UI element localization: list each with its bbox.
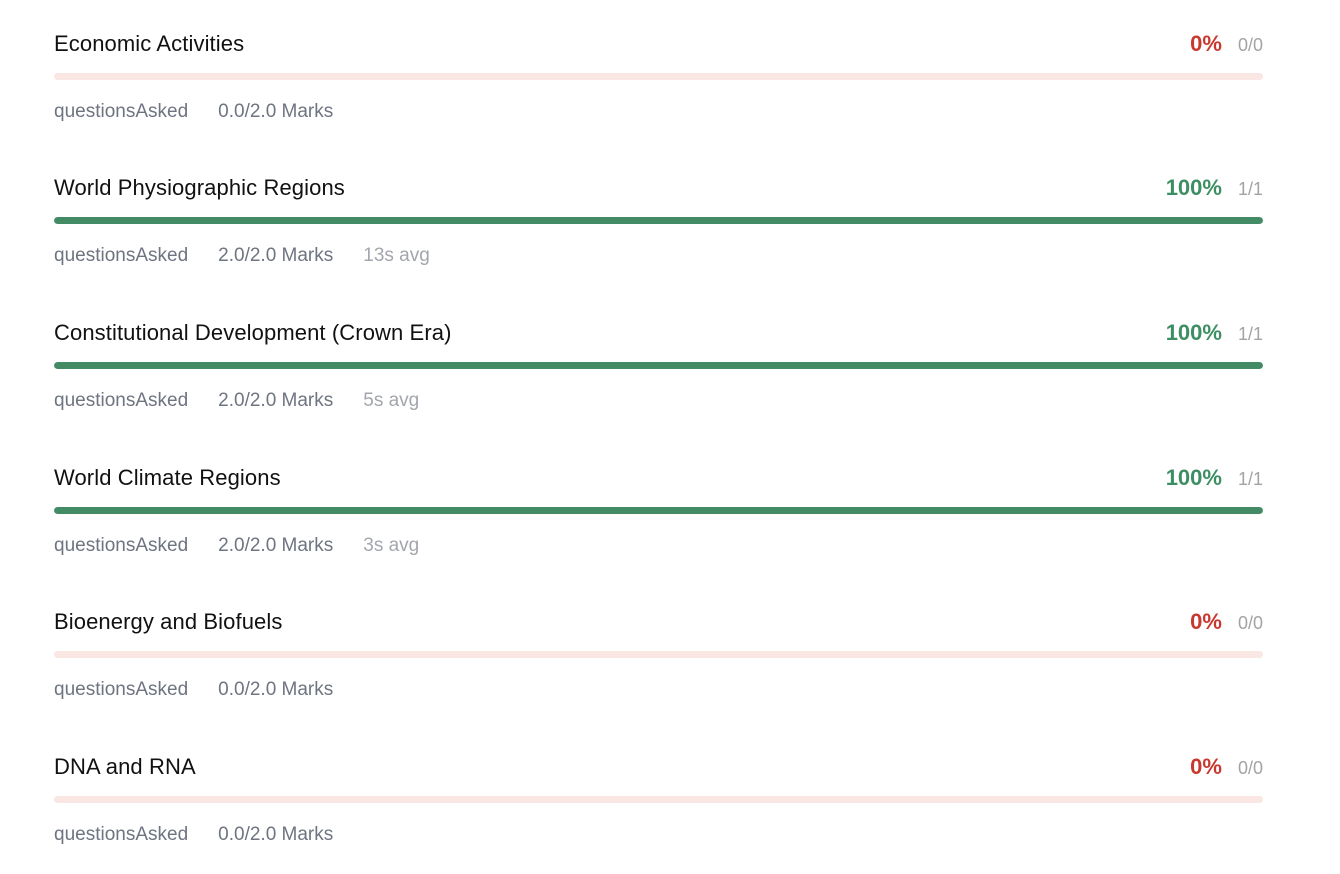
progress-bar <box>54 73 1263 80</box>
questions-asked-label: questionsAsked <box>54 245 189 266</box>
topic-meta: questionsAsked 0.0/2.0 Marks <box>54 99 363 125</box>
marks-text: 2.0/2.0 Marks <box>218 535 334 556</box>
avg-time: 3s avg <box>363 535 420 556</box>
topic-row: DNA and RNA 0% 0/0 questionsAsked 0.0/2.… <box>54 752 1263 872</box>
score-fraction: 0/0 <box>1237 35 1263 55</box>
topic-score: 0% 0/0 <box>1190 752 1263 782</box>
marks-text: 0.0/2.0 Marks <box>218 824 334 845</box>
topic-performance-list: Economic Activities 0% 0/0 questionsAske… <box>0 0 1340 874</box>
score-fraction: 0/0 <box>1237 613 1263 633</box>
topic-meta: questionsAsked 0.0/2.0 Marks <box>54 822 363 848</box>
questions-asked-label: questionsAsked <box>54 679 189 700</box>
marks-text: 2.0/2.0 Marks <box>218 390 334 411</box>
topic-score: 100% 1/1 <box>1166 463 1263 493</box>
avg-time: 13s avg <box>363 245 430 266</box>
topic-score: 0% 0/0 <box>1190 607 1263 637</box>
score-fraction: 0/0 <box>1237 758 1263 778</box>
topic-title: Bioenergy and Biofuels <box>54 609 283 634</box>
progress-bar <box>54 217 1263 224</box>
topic-row: Bioenergy and Biofuels 0% 0/0 questionsA… <box>54 607 1263 727</box>
score-fraction: 1/1 <box>1237 179 1263 199</box>
questions-asked-label: questionsAsked <box>54 101 189 122</box>
score-percent: 0% <box>1190 31 1222 56</box>
progress-bar <box>54 362 1263 369</box>
questions-asked-label: questionsAsked <box>54 390 189 411</box>
score-percent: 100% <box>1165 175 1222 200</box>
topic-meta: questionsAsked 2.0/2.0 Marks 5s avg <box>54 388 419 414</box>
progress-bar <box>54 796 1263 803</box>
topic-row: World Climate Regions 100% 1/1 questions… <box>54 463 1263 583</box>
score-percent: 0% <box>1190 609 1222 634</box>
topic-score: 0% 0/0 <box>1190 29 1263 59</box>
topic-meta: questionsAsked 2.0/2.0 Marks 13s avg <box>54 243 430 269</box>
progress-bar <box>54 507 1263 514</box>
progress-bar <box>54 651 1263 658</box>
topic-title: Constitutional Development (Crown Era) <box>54 320 452 345</box>
questions-asked-label: questionsAsked <box>54 535 189 556</box>
progress-fill <box>54 217 1263 224</box>
topic-title: World Physiographic Regions <box>54 175 345 200</box>
topic-row: Constitutional Development (Crown Era) 1… <box>54 318 1263 438</box>
topic-header: World Climate Regions 100% 1/1 <box>54 463 1263 493</box>
score-percent: 100% <box>1165 320 1222 345</box>
avg-time: 5s avg <box>363 390 420 411</box>
topic-meta: questionsAsked 0.0/2.0 Marks <box>54 677 363 703</box>
marks-text: 0.0/2.0 Marks <box>218 679 334 700</box>
topic-row: Economic Activities 0% 0/0 questionsAske… <box>54 29 1263 149</box>
topic-score: 100% 1/1 <box>1166 173 1263 203</box>
marks-text: 2.0/2.0 Marks <box>218 245 334 266</box>
topic-score: 100% 1/1 <box>1166 318 1263 348</box>
topic-header: World Physiographic Regions 100% 1/1 <box>54 173 1263 203</box>
topic-title: World Climate Regions <box>54 465 281 490</box>
topic-header: Bioenergy and Biofuels 0% 0/0 <box>54 607 1263 637</box>
topic-title: DNA and RNA <box>54 754 196 779</box>
score-fraction: 1/1 <box>1237 469 1263 489</box>
marks-text: 0.0/2.0 Marks <box>218 101 334 122</box>
score-percent: 0% <box>1190 754 1222 779</box>
score-fraction: 1/1 <box>1237 324 1263 344</box>
topic-row: World Physiographic Regions 100% 1/1 que… <box>54 173 1263 293</box>
score-percent: 100% <box>1165 465 1222 490</box>
progress-fill <box>54 362 1263 369</box>
questions-asked-label: questionsAsked <box>54 824 189 845</box>
topic-header: DNA and RNA 0% 0/0 <box>54 752 1263 782</box>
progress-fill <box>54 507 1263 514</box>
topic-header: Constitutional Development (Crown Era) 1… <box>54 318 1263 348</box>
topic-title: Economic Activities <box>54 31 245 56</box>
topic-header: Economic Activities 0% 0/0 <box>54 29 1263 59</box>
topic-meta: questionsAsked 2.0/2.0 Marks 3s avg <box>54 533 419 559</box>
